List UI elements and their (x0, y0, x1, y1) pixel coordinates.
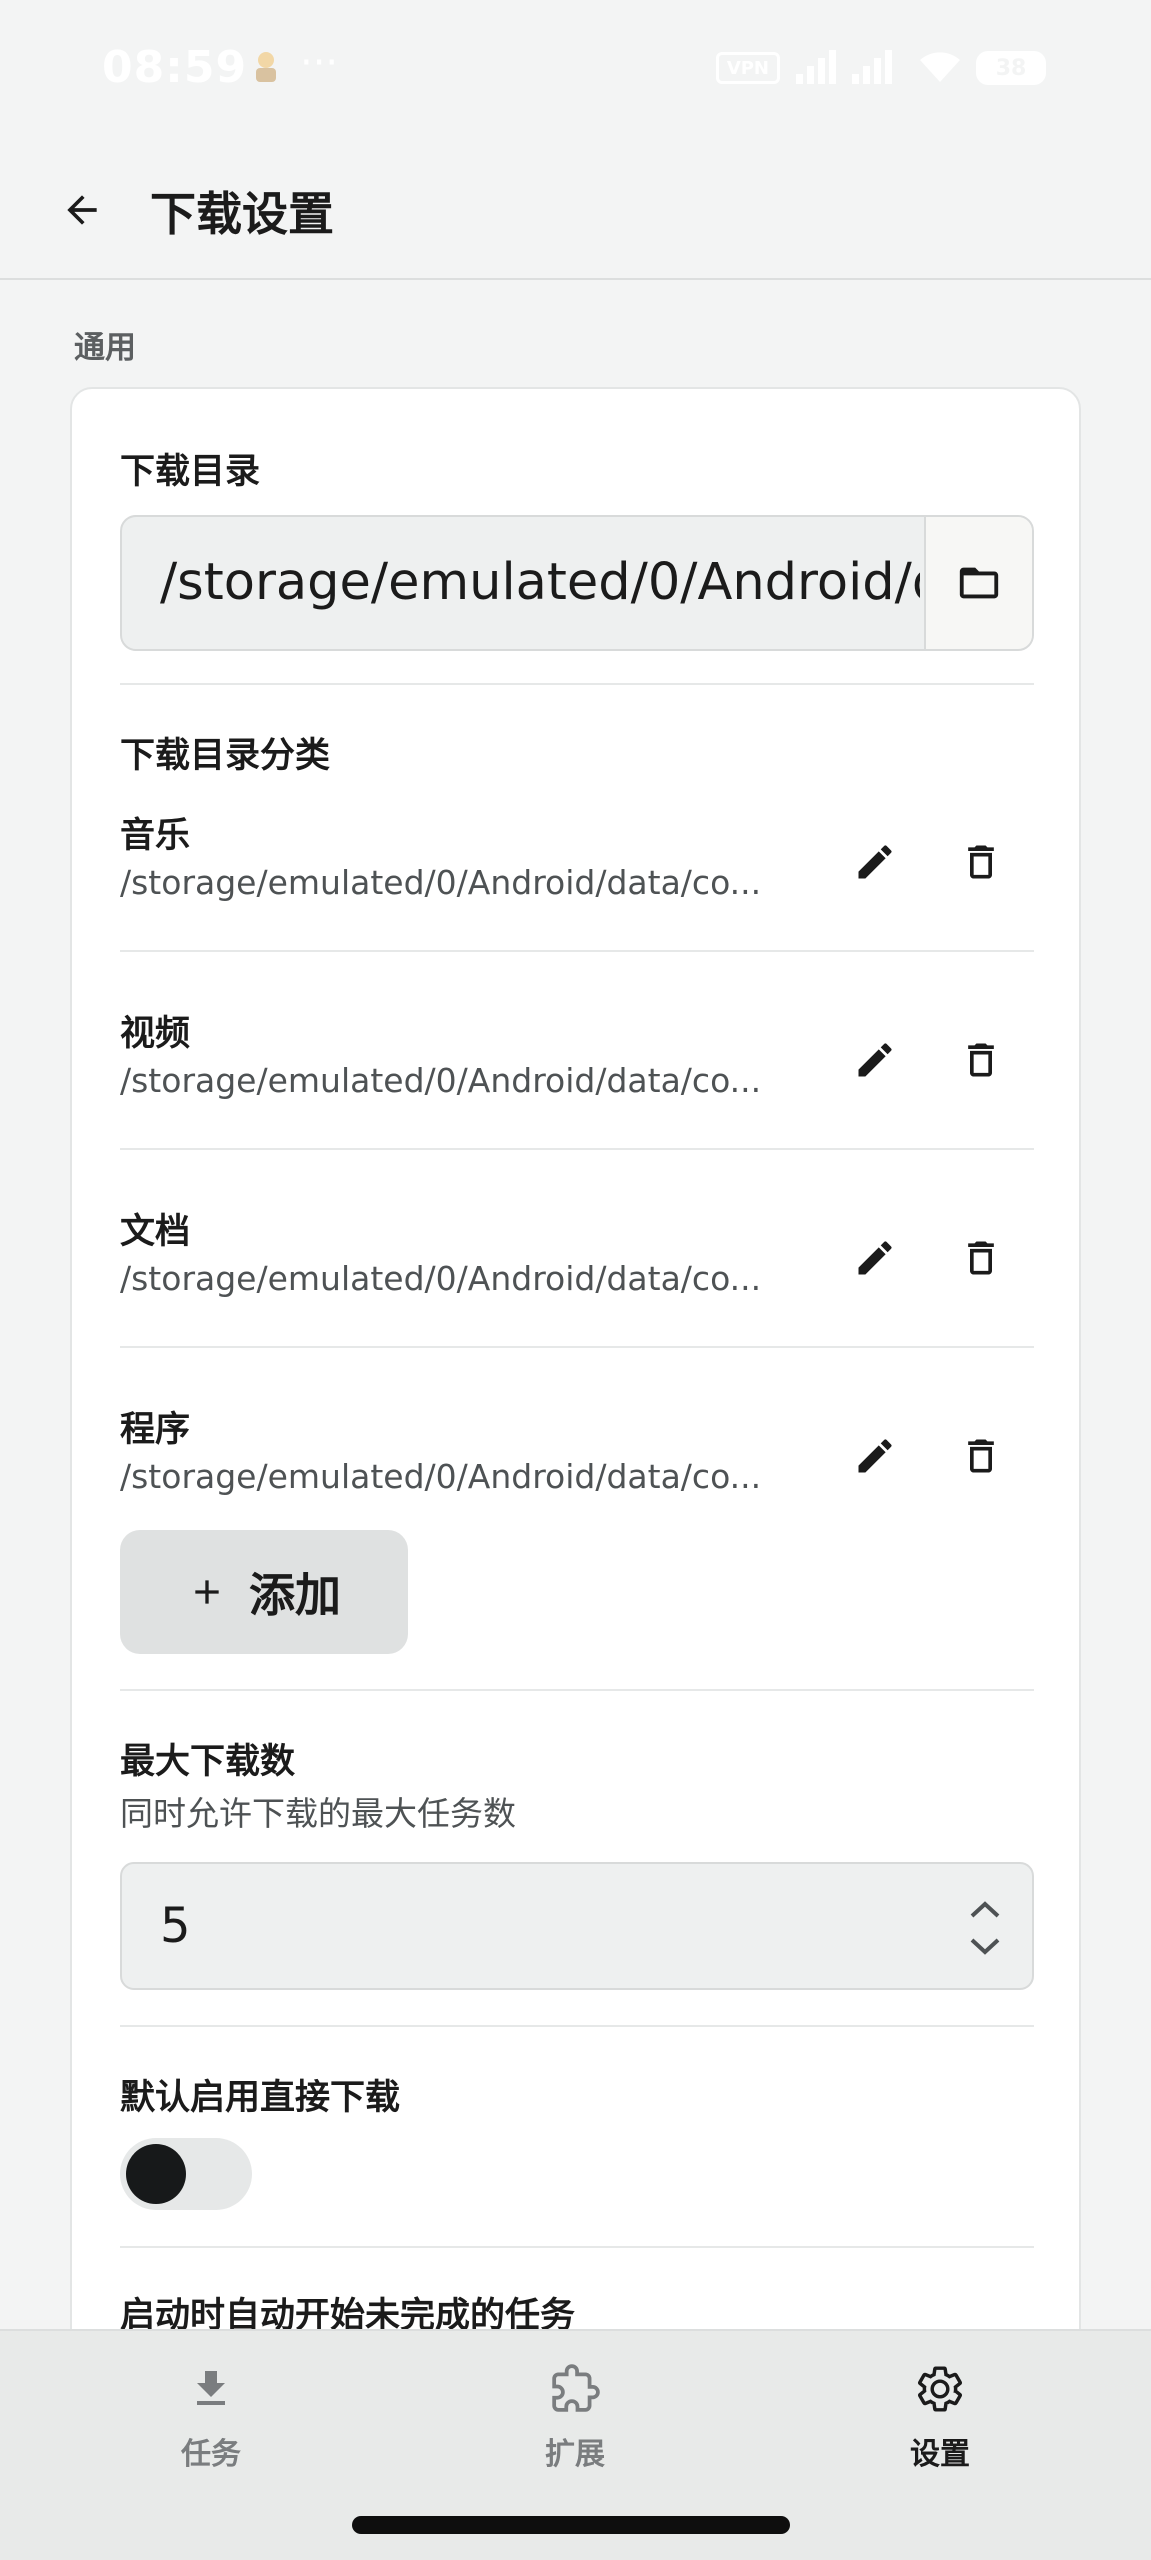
delete-category-button[interactable] (946, 1025, 1016, 1095)
divider (120, 2025, 1034, 2027)
category-name: 文档 (120, 1212, 191, 1252)
vpn-badge: VPN (715, 52, 780, 84)
category-path: /storage/emulated/0/Android/data/co... (120, 1061, 762, 1100)
status-time: 08:59 (102, 42, 248, 93)
number-stepper[interactable] (960, 1890, 1010, 1966)
max-downloads-value: 5 (160, 1898, 191, 1954)
trash-icon (968, 1439, 994, 1473)
settings-card: 下载目录 /storage/emulated/0/Android/data 下载… (70, 387, 1081, 2560)
home-indicator[interactable] (352, 2516, 790, 2534)
max-downloads-input[interactable]: 5 (120, 1862, 1034, 1990)
nav-label: 扩展 (545, 2437, 605, 2472)
category-item-document: 文档 /storage/emulated/0/Android/data/co..… (120, 1203, 1034, 1353)
category-item-program: 程序 /storage/emulated/0/Android/data/co..… (120, 1401, 1034, 1551)
direct-download-title: 默认启用直接下载 (120, 2078, 401, 2118)
gear-icon (910, 2359, 970, 2419)
trash-icon (968, 1241, 994, 1275)
add-category-label: 添加 (249, 1568, 341, 1622)
signal-icon (794, 46, 904, 90)
max-downloads-subtitle: 同时允许下载的最大任务数 (120, 1794, 516, 1833)
add-category-button[interactable]: 添加 (120, 1530, 408, 1654)
notification-emoji-icon (248, 48, 284, 84)
pencil-icon (858, 1043, 892, 1077)
nav-item-extensions[interactable]: 扩展 (475, 2359, 675, 2499)
download-dir-field[interactable]: /storage/emulated/0/Android/data (120, 515, 1034, 651)
wifi-icon (918, 48, 962, 88)
plus-icon (195, 1580, 219, 1604)
category-item-video: 视频 /storage/emulated/0/Android/data/co..… (120, 1005, 1034, 1155)
category-path: /storage/emulated/0/Android/data/co... (120, 863, 762, 902)
section-label-general: 通用 (74, 330, 136, 366)
top-app-bar: 下载设置 (0, 140, 1151, 280)
back-button[interactable] (44, 172, 120, 248)
trash-icon (968, 845, 994, 879)
category-item-music: 音乐 /storage/emulated/0/Android/data/co..… (120, 807, 1034, 957)
category-path: /storage/emulated/0/Android/data/co... (120, 1259, 762, 1298)
delete-category-button[interactable] (946, 827, 1016, 897)
download-dir-title: 下载目录 (120, 452, 261, 492)
category-path: /storage/emulated/0/Android/data/co... (120, 1457, 762, 1496)
edit-category-button[interactable] (840, 1223, 910, 1293)
status-bar: 08:59 ··· VPN 38 (0, 0, 1151, 140)
folder-icon (959, 567, 999, 599)
pencil-icon (858, 845, 892, 879)
category-name: 视频 (120, 1014, 191, 1054)
puzzle-icon (545, 2359, 605, 2419)
category-name: 程序 (120, 1410, 191, 1450)
max-downloads-title: 最大下载数 (120, 1742, 296, 1782)
edit-category-button[interactable] (840, 827, 910, 897)
delete-category-button[interactable] (946, 1223, 1016, 1293)
nav-label: 设置 (910, 2437, 970, 2472)
edit-category-button[interactable] (840, 1025, 910, 1095)
download-icon (181, 2359, 241, 2419)
chevron-up-down-icon (970, 1901, 1000, 1955)
divider (120, 1148, 1034, 1150)
nav-item-settings[interactable]: 设置 (840, 2359, 1040, 2499)
trash-icon (968, 1043, 994, 1077)
choose-folder-button[interactable] (924, 517, 1032, 649)
edit-category-button[interactable] (840, 1421, 910, 1491)
status-indicators: VPN 38 (715, 46, 1046, 90)
delete-category-button[interactable] (946, 1421, 1016, 1491)
arrow-left-icon (67, 195, 97, 225)
battery-icon: 38 (976, 51, 1046, 85)
direct-download-toggle[interactable] (120, 2138, 252, 2210)
nav-item-tasks[interactable]: 任务 (111, 2359, 311, 2499)
divider (120, 1346, 1034, 1348)
pencil-icon (858, 1241, 892, 1275)
pencil-icon (858, 1439, 892, 1473)
category-name: 音乐 (120, 816, 191, 856)
nav-label: 任务 (181, 2437, 241, 2472)
categories-title: 下载目录分类 (120, 736, 331, 776)
divider (120, 1689, 1034, 1691)
status-dots: ··· (300, 40, 339, 86)
page-title: 下载设置 (150, 187, 334, 241)
download-dir-input[interactable]: /storage/emulated/0/Android/data (160, 553, 920, 612)
divider (120, 683, 1034, 685)
divider (120, 950, 1034, 952)
toggle-knob (126, 2144, 186, 2204)
divider (120, 2246, 1034, 2248)
